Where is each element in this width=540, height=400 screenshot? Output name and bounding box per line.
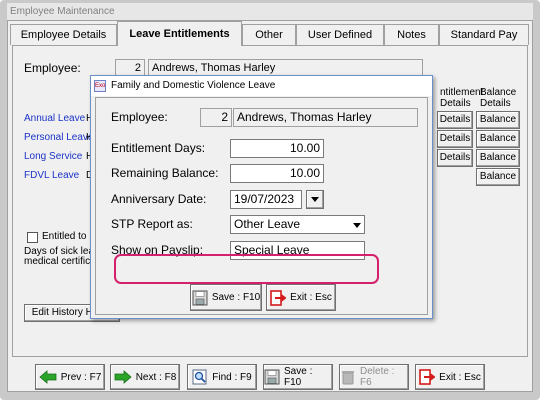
personal-leave-link[interactable]: Personal Leave	[24, 132, 94, 143]
dialog-title: Family and Domestic Violence Leave	[111, 80, 276, 91]
column-header-entitlement: ntitlement	[440, 87, 484, 98]
stp-report-label: STP Report as:	[111, 217, 193, 231]
dialog-employee-label: Employee:	[111, 110, 168, 124]
employee-label: Employee:	[24, 61, 81, 75]
dialog-employee-id-field: 2	[200, 108, 232, 127]
dialog-title-bar: Exo Family and Domestic Violence Leave	[91, 76, 432, 96]
exit-door-icon	[270, 289, 287, 306]
fdvl-leave-link[interactable]: FDVL Leave	[24, 170, 79, 181]
column-header-balance: Balance	[480, 87, 517, 98]
tab-other[interactable]: Other	[242, 24, 296, 45]
dialog-exit-label: Exit : Esc	[290, 292, 332, 303]
delete-button-label: Delete : F6	[360, 366, 395, 388]
tab-standard-pay[interactable]: Standard Pay	[439, 24, 529, 45]
prev-button[interactable]: Prev : F7	[35, 364, 105, 390]
tab-employee-details[interactable]: Employee Details	[10, 24, 117, 45]
window-title: Employee Maintenance	[7, 3, 533, 20]
fdvl-leave-balance-button[interactable]: Balance	[476, 168, 520, 186]
right-arrow-icon	[114, 370, 132, 384]
remaining-balance-label: Remaining Balance:	[111, 166, 219, 180]
exit-door-icon	[419, 369, 436, 385]
next-button-label: Next : F8	[135, 371, 177, 383]
find-button[interactable]: Find : F9	[187, 364, 257, 390]
date-picker-dropdown-button[interactable]	[306, 190, 324, 209]
column-header-details: Details	[440, 98, 471, 109]
dialog-exit-button[interactable]: Exit : Esc	[266, 284, 336, 311]
app-icon: Exo	[94, 80, 106, 92]
dialog-save-label: Save : F10	[211, 292, 261, 303]
long-service-balance-button[interactable]: Balance	[476, 149, 520, 167]
exit-button[interactable]: Exit : Esc	[415, 364, 485, 390]
payslip-highlight-annotation	[114, 254, 379, 284]
save-button-label: Save : F10	[284, 366, 313, 388]
entitlement-days-label: Entitlement Days:	[111, 141, 206, 155]
dialog-body: Employee: 2 Andrews, Thomas Harley Entit…	[95, 97, 428, 315]
left-arrow-icon	[39, 370, 57, 384]
annual-leave-details-button[interactable]: Details	[437, 111, 473, 129]
stp-report-value: Other Leave	[234, 217, 301, 231]
floppy-disk-icon	[264, 369, 280, 385]
chevron-down-icon	[353, 223, 361, 228]
stp-report-select[interactable]: Other Leave	[230, 215, 365, 234]
dialog-save-button[interactable]: Save : F10	[190, 284, 262, 311]
save-button[interactable]: Save : F10	[263, 364, 333, 390]
tab-user-defined[interactable]: User Defined	[296, 24, 384, 45]
delete-icon	[340, 369, 356, 385]
find-button-label: Find : F9	[212, 371, 252, 383]
delete-button[interactable]: Delete : F6	[339, 364, 409, 390]
exit-button-label: Exit : Esc	[439, 371, 481, 383]
anniversary-date-field[interactable]: 19/07/2023	[230, 190, 302, 209]
tab-notes[interactable]: Notes	[384, 24, 439, 45]
magnifier-icon	[192, 369, 208, 385]
prev-button-label: Prev : F7	[60, 371, 102, 383]
fdvl-dialog: Exo Family and Domestic Violence Leave E…	[90, 75, 433, 319]
screenshot-frame: Employee Maintenance Employee Details Le…	[0, 0, 540, 400]
annual-leave-balance-button[interactable]: Balance	[476, 111, 520, 129]
long-service-link[interactable]: Long Service	[24, 151, 82, 162]
personal-leave-details-button[interactable]: Details	[437, 130, 473, 148]
anniversary-date-label: Anniversary Date:	[111, 192, 207, 206]
entitlement-days-field[interactable]: 10.00	[230, 139, 324, 158]
long-service-details-button[interactable]: Details	[437, 149, 473, 167]
floppy-disk-icon	[192, 290, 208, 306]
next-button[interactable]: Next : F8	[110, 364, 180, 390]
annual-leave-link[interactable]: Annual Leave	[24, 113, 85, 124]
entitled-to-leave-checkbox[interactable]	[27, 232, 38, 243]
personal-leave-balance-button[interactable]: Balance	[476, 130, 520, 148]
dialog-employee-name-field: Andrews, Thomas Harley	[233, 108, 418, 127]
remaining-balance-field[interactable]: 10.00	[230, 164, 324, 183]
chevron-down-icon	[311, 196, 319, 202]
tab-leave-entitlements[interactable]: Leave Entitlements	[117, 21, 242, 46]
column-header-balance-details: Details	[480, 98, 511, 109]
